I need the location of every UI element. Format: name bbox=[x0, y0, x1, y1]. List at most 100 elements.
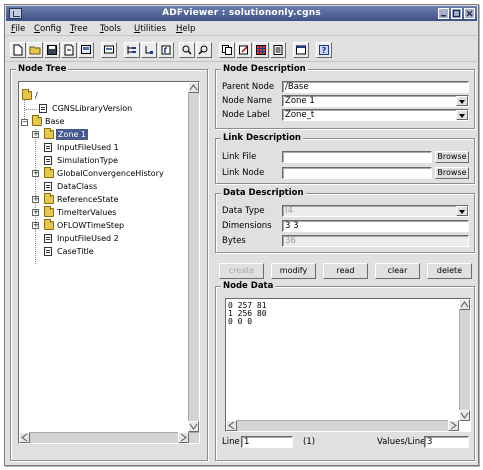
node-label-select[interactable]: Zone_t bbox=[282, 109, 469, 121]
help-icon[interactable]: ? bbox=[316, 42, 332, 58]
title-bar[interactable]: ADFviewer : solutiononly.cgns bbox=[6, 6, 477, 21]
chevron-down-icon[interactable] bbox=[456, 96, 468, 106]
link-file-field[interactable] bbox=[282, 151, 432, 163]
link-description-title: Link Description bbox=[221, 133, 303, 143]
minimize-button[interactable] bbox=[438, 8, 449, 19]
toolbar: ? bbox=[6, 38, 477, 62]
maximize-button[interactable] bbox=[451, 8, 462, 19]
delete-button[interactable]: delete bbox=[427, 263, 472, 279]
scroll-right-icon[interactable] bbox=[178, 432, 189, 443]
save-icon[interactable] bbox=[44, 42, 60, 58]
folder-icon bbox=[44, 128, 54, 139]
document-icon bbox=[44, 182, 52, 191]
chevron-down-icon[interactable] bbox=[456, 110, 468, 120]
create-button[interactable]: create bbox=[219, 263, 264, 279]
scroll-down-icon[interactable] bbox=[188, 421, 199, 432]
search-icon[interactable] bbox=[179, 42, 195, 58]
window-title: ADFviewer : solutiononly.cgns bbox=[162, 8, 321, 18]
node-description-title: Node Description bbox=[221, 64, 308, 74]
node-label-label: Node Label bbox=[222, 110, 270, 120]
tree-node-label: CaseTitle bbox=[57, 247, 94, 256]
menu-tools[interactable]: Tools bbox=[100, 24, 121, 34]
values-per-line-label: Values/Line bbox=[377, 437, 426, 447]
node-tree[interactable]: / CGNSLibraryVersion − Base + Zone 1 Inp… bbox=[18, 81, 200, 444]
bytes-field: 36 bbox=[282, 235, 469, 247]
folder-icon bbox=[32, 115, 42, 126]
link-node-browse-button[interactable]: Browse bbox=[435, 167, 469, 179]
expand-icon[interactable]: + bbox=[32, 209, 39, 216]
dimensions-label: Dimensions bbox=[222, 221, 272, 231]
link-node-label: Link Node bbox=[222, 168, 265, 178]
values-per-line-field[interactable]: 3 bbox=[424, 436, 469, 448]
scroll-up-icon[interactable] bbox=[188, 82, 199, 93]
expand-icon[interactable]: + bbox=[32, 170, 39, 177]
scroll-left-icon[interactable] bbox=[226, 420, 237, 431]
clear-button[interactable]: clear bbox=[375, 263, 420, 279]
tree-node-label: Base bbox=[45, 117, 65, 126]
read-button[interactable]: read bbox=[323, 263, 368, 279]
node-data-view[interactable]: 0 257 81 1 256 80 0 0 0 bbox=[225, 298, 471, 432]
tree-node-label: CGNSLibraryVersion bbox=[52, 104, 133, 113]
close-button[interactable] bbox=[464, 8, 475, 19]
collapse-icon[interactable]: − bbox=[21, 119, 28, 126]
node-name-value: Zone 1 bbox=[285, 96, 315, 106]
calculator-icon[interactable] bbox=[270, 42, 286, 58]
document-icon bbox=[44, 247, 52, 256]
svg-text:?: ? bbox=[322, 46, 327, 55]
copy-icon[interactable] bbox=[219, 42, 235, 58]
link-file-browse-button[interactable]: Browse bbox=[435, 151, 469, 163]
modify-button[interactable]: modify bbox=[271, 263, 316, 279]
data-horizontal-scrollbar[interactable] bbox=[226, 420, 459, 431]
link-node-field[interactable] bbox=[282, 167, 432, 179]
parent-node-field[interactable]: /Base bbox=[282, 81, 469, 93]
data-type-select[interactable]: I4 bbox=[282, 205, 469, 217]
search-replace-icon[interactable] bbox=[196, 42, 212, 58]
window-icon[interactable] bbox=[293, 42, 309, 58]
tree-horizontal-scrollbar[interactable] bbox=[19, 432, 199, 443]
tree-expand-icon[interactable] bbox=[124, 42, 140, 58]
dimensions-field[interactable]: 3 3 bbox=[282, 220, 469, 232]
node-label-value: Zone_t bbox=[285, 110, 315, 120]
line-count: (1) bbox=[303, 437, 316, 447]
scroll-right-icon[interactable] bbox=[448, 420, 459, 431]
data-description-title: Data Description bbox=[221, 188, 306, 198]
document-icon bbox=[39, 104, 47, 113]
expand-icon[interactable]: + bbox=[32, 222, 39, 229]
menu-utilities[interactable]: Utilities bbox=[134, 24, 166, 34]
tree-vertical-scrollbar[interactable] bbox=[188, 82, 199, 432]
scroll-down-icon[interactable] bbox=[459, 410, 470, 421]
print-icon[interactable] bbox=[78, 42, 94, 58]
scroll-left-icon[interactable] bbox=[19, 432, 30, 443]
expand-icon[interactable]: + bbox=[32, 131, 39, 138]
menu-file[interactable]: File bbox=[11, 24, 25, 34]
data-type-label: Data Type bbox=[222, 206, 265, 216]
tree-connector bbox=[25, 109, 37, 110]
scroll-up-icon[interactable] bbox=[459, 299, 470, 310]
tree-node-label: / bbox=[35, 91, 38, 100]
folder-icon bbox=[22, 89, 32, 100]
menu-tree[interactable]: Tree bbox=[70, 24, 88, 34]
tree-node-label: OFLOWTimeStep bbox=[57, 221, 125, 230]
link-file-label: Link File bbox=[222, 152, 257, 162]
parent-node-label: Parent Node bbox=[222, 82, 275, 92]
expand-icon[interactable]: + bbox=[32, 196, 39, 203]
menu-help[interactable]: Help bbox=[176, 24, 195, 34]
grid-icon[interactable] bbox=[253, 42, 269, 58]
node-name-field[interactable]: Zone 1 bbox=[282, 95, 469, 107]
line-field[interactable]: 1 bbox=[241, 436, 293, 448]
folder-icon bbox=[44, 206, 54, 217]
tree-node-label: GlobalConvergenceHistory bbox=[57, 169, 164, 178]
edit-icon[interactable] bbox=[236, 42, 252, 58]
data-vertical-scrollbar[interactable] bbox=[459, 299, 470, 421]
refresh-icon[interactable] bbox=[61, 42, 77, 58]
folder-icon bbox=[44, 193, 54, 204]
zoom-icon[interactable] bbox=[101, 42, 117, 58]
open-folder-icon[interactable] bbox=[27, 42, 43, 58]
tree-link-icon[interactable] bbox=[141, 42, 157, 58]
menu-bar: File Config Tree Tools Utilities Help bbox=[6, 22, 477, 36]
node-icon[interactable] bbox=[158, 42, 174, 58]
new-file-icon[interactable] bbox=[10, 42, 26, 58]
data-type-value: I4 bbox=[285, 206, 293, 216]
chevron-down-icon[interactable] bbox=[456, 206, 468, 216]
menu-config[interactable]: Config bbox=[34, 24, 61, 34]
